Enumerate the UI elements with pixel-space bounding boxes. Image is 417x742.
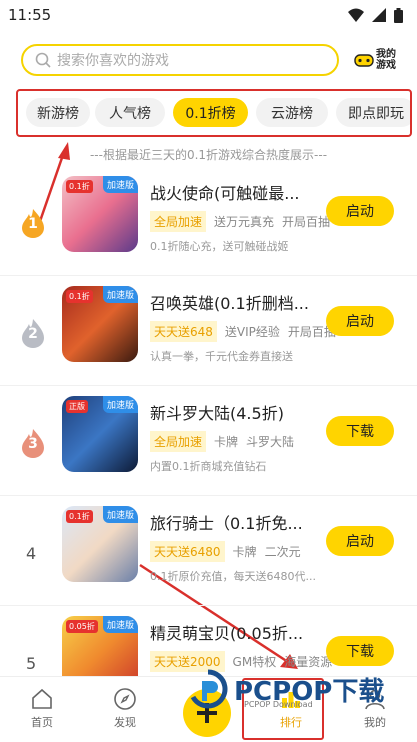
discount-badge: 正版 — [66, 400, 88, 413]
game-icon: 加速版 0.1折 — [62, 286, 138, 362]
my-games-label: 我的游戏 — [376, 49, 396, 71]
game-desc: 认真一拳，千元代金券直接送 — [150, 350, 293, 363]
rank-number: 1 — [28, 216, 38, 232]
search-placeholder: 搜索你喜欢的游戏 — [57, 53, 169, 69]
my-games-button[interactable]: 我的游戏 — [354, 42, 400, 78]
game-tag: 全局加速 — [150, 211, 207, 232]
download-button[interactable]: 下载 — [326, 416, 394, 446]
nav-home[interactable]: 首页 — [12, 687, 72, 730]
compass-icon — [114, 688, 136, 710]
discount-badge: 0.1折 — [66, 290, 93, 303]
tab-cloud[interactable]: 云游榜 — [256, 98, 328, 127]
rank-number: 2 — [28, 326, 38, 342]
speed-badge: 加速版 — [102, 506, 138, 523]
game-meta: 开局百抽 — [282, 215, 331, 229]
game-desc: 0.1折原价充值，每天送6480代... — [150, 570, 316, 583]
discount-badge: 0.1折 — [66, 180, 93, 193]
download-button[interactable]: 下载 — [326, 636, 394, 666]
tab-new[interactable]: 新游榜 — [26, 98, 90, 127]
gamepad-icon — [354, 54, 374, 67]
rank-number: 4 — [26, 544, 37, 563]
speed-badge: 加速版 — [102, 176, 138, 193]
game-meta: 斗罗大陆 — [246, 435, 295, 449]
game-tags: 全局加速 卡牌 斗罗大陆 — [150, 431, 294, 452]
game-tag: 天天送648 — [150, 321, 217, 342]
game-tags: 全局加速 送万元真充 开局百抽 — [150, 211, 330, 232]
wifi-icon — [348, 8, 364, 22]
game-tags: 天天送648 送VIP经验 开局百抽 — [150, 321, 336, 342]
game-title: 战火使命(可触碰最... — [150, 184, 300, 203]
status-bar: 11:55 — [0, 0, 417, 30]
nav-discover-label: 发现 — [114, 716, 136, 729]
home-icon — [32, 688, 52, 709]
top-bar: 搜索你喜欢的游戏 我的游戏 — [0, 36, 417, 84]
speed-badge: 加速版 — [102, 396, 138, 413]
speed-badge: 加速版 — [102, 616, 138, 633]
game-meta: 卡牌 — [232, 545, 257, 559]
status-icons — [348, 7, 403, 23]
tab-instant[interactable]: 即点即玩 — [336, 98, 410, 127]
launch-button[interactable]: 启动 — [326, 306, 394, 336]
nav-mine-label: 我的 — [364, 716, 386, 729]
game-meta: 送VIP经验 — [224, 325, 280, 339]
battery-icon — [394, 7, 403, 23]
watermark-logo-icon — [190, 669, 228, 709]
game-meta: 二次元 — [264, 545, 301, 559]
rank-tabs: 新游榜 人气榜 0.1折榜 云游榜 即点即玩 — [16, 89, 412, 137]
launch-button[interactable]: 启动 — [326, 196, 394, 226]
nav-discover[interactable]: 发现 — [95, 687, 155, 730]
signal-icon — [372, 8, 386, 22]
discount-badge: 0.05折 — [66, 620, 98, 633]
search-icon — [35, 52, 51, 68]
game-icon: 加速版 正版 — [62, 396, 138, 472]
game-tag: 全局加速 — [150, 431, 207, 452]
game-meta: 卡牌 — [214, 435, 239, 449]
game-icon: 加速版 0.1折 — [62, 506, 138, 582]
game-meta: 送万元真充 — [214, 215, 275, 229]
game-title: 精灵萌宝贝(0.05折... — [150, 624, 304, 643]
search-input[interactable]: 搜索你喜欢的游戏 — [21, 44, 339, 76]
game-icon: 加速版 0.1折 — [62, 176, 138, 252]
rank-number: 5 — [26, 654, 37, 673]
game-row[interactable]: 4 加速版 0.1折 旅行骑士（0.1折免... 天天送6480 卡牌 二次元 … — [0, 496, 417, 606]
game-tag: 天天送6480 — [150, 541, 225, 562]
game-desc: 内置0.1折商城充值钻石 — [150, 460, 267, 473]
game-row[interactable]: 3 加速版 正版 新斗罗大陆(4.5折) 全局加速 卡牌 斗罗大陆 内置0.1折… — [0, 386, 417, 496]
watermark-subtext: PCPOP Download — [244, 700, 313, 709]
tab-discount[interactable]: 0.1折榜 — [173, 98, 248, 127]
game-title: 旅行骑士（0.1折免... — [150, 514, 303, 533]
launch-button[interactable]: 启动 — [326, 526, 394, 556]
status-time: 11:55 — [8, 6, 52, 24]
game-title: 新斗罗大陆(4.5折) — [150, 404, 284, 423]
discount-badge: 0.1折 — [66, 510, 93, 523]
speed-badge: 加速版 — [102, 286, 138, 303]
nav-home-label: 首页 — [31, 716, 53, 729]
rank-number: 3 — [28, 436, 38, 452]
game-tags: 天天送6480 卡牌 二次元 — [150, 541, 301, 562]
game-title: 召唤英雄(0.1折删档... — [150, 294, 309, 313]
game-row[interactable]: 2 加速版 0.1折 召唤英雄(0.1折删档... 天天送648 送VIP经验 … — [0, 276, 417, 386]
game-desc: 0.1折随心充，送可触碰战姬 — [150, 240, 289, 253]
tab-popular[interactable]: 人气榜 — [95, 98, 165, 127]
game-row[interactable]: 1 加速版 0.1折 战火使命(可触碰最... 全局加速 送万元真充 开局百抽 … — [0, 166, 417, 276]
ranking-note: ---根据最近三天的0.1折游戏综合热度展示--- — [89, 148, 328, 162]
